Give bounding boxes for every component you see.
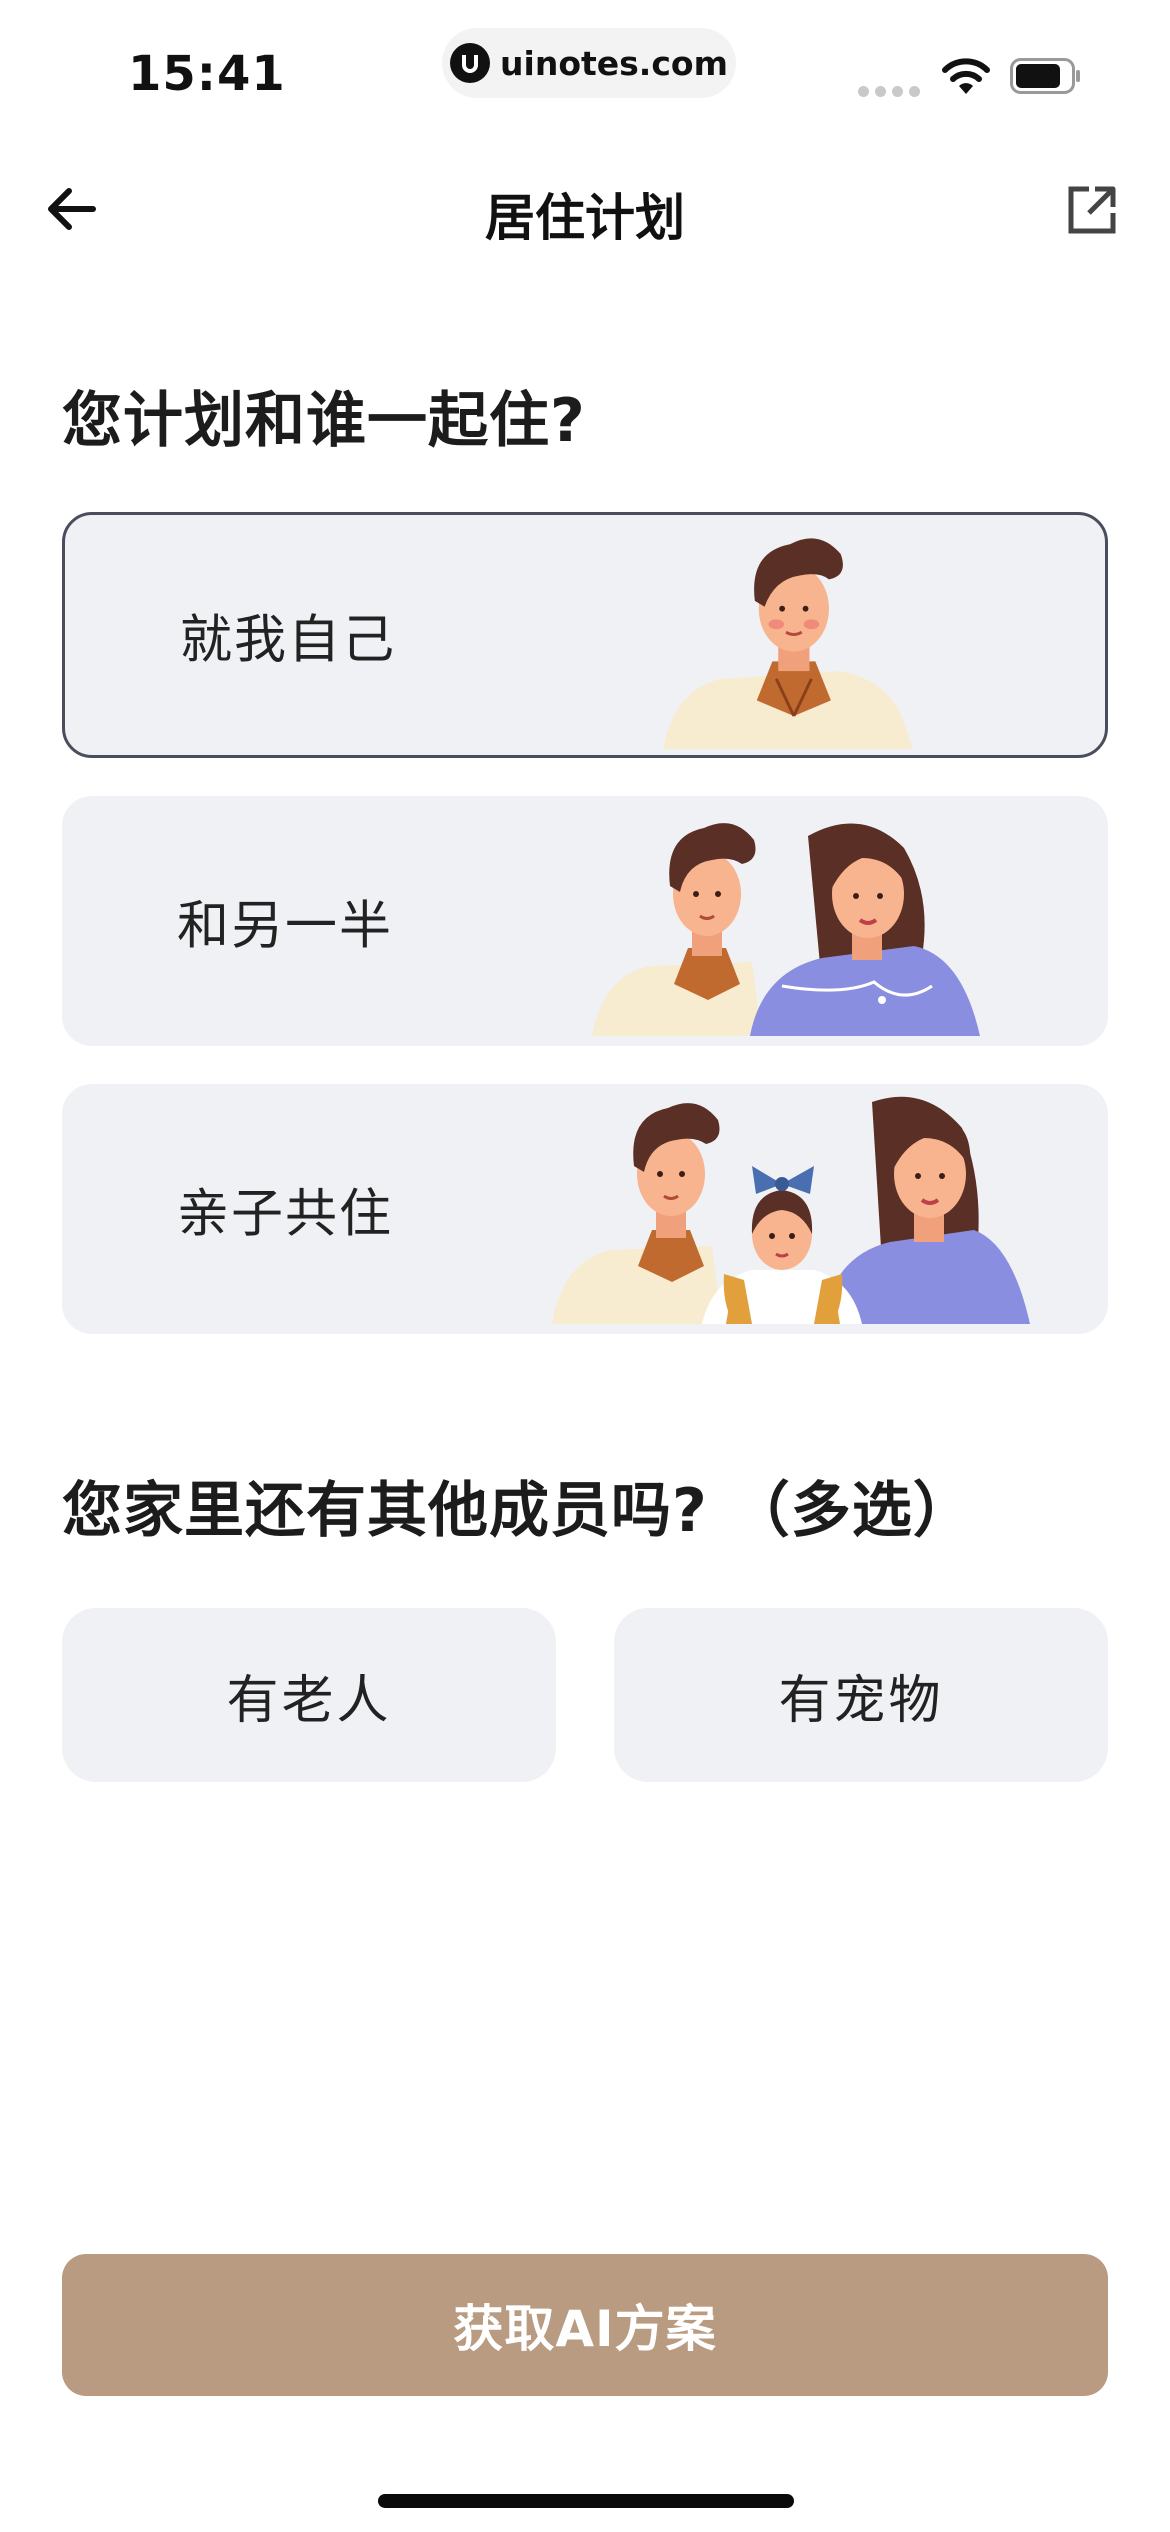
- member-option-pet[interactable]: 有宠物: [614, 1608, 1108, 1782]
- page-title: 居住计划: [485, 189, 685, 247]
- option-with-kids[interactable]: 亲子共住: [62, 1084, 1108, 1334]
- wifi-icon: [940, 56, 992, 100]
- couple-illustration: [592, 823, 980, 1036]
- member-option-elderly-label: 有老人: [226, 1670, 392, 1731]
- open-external-icon: [1065, 183, 1119, 241]
- page: 15:41 uinotes.com 居住计划 您计划和谁一起住? 就我自己 和另…: [0, 0, 1170, 2532]
- share-button[interactable]: [1060, 180, 1124, 244]
- man-illustration: [663, 538, 913, 750]
- get-ai-plan-button[interactable]: 获取AI方案: [62, 2254, 1108, 2396]
- battery-icon: [1010, 58, 1082, 98]
- status-bar: 15:41 uinotes.com: [0, 0, 1170, 140]
- url-text: uinotes.com: [500, 43, 728, 83]
- cellular-signal-icon: [858, 86, 920, 97]
- site-logo-icon: [450, 43, 491, 83]
- family-illustration: [552, 1096, 1030, 1324]
- status-time: 15:41: [128, 46, 286, 102]
- get-ai-plan-label: 获取AI方案: [453, 2300, 717, 2358]
- url-pill[interactable]: uinotes.com: [442, 28, 736, 98]
- option-alone[interactable]: 就我自己: [62, 512, 1108, 758]
- live-with-question: 您计划和谁一起住?: [62, 386, 586, 456]
- members-question: 您家里还有其他成员吗? （多选）: [62, 1476, 974, 1546]
- member-option-elderly[interactable]: 有老人: [62, 1608, 556, 1782]
- member-option-pet-label: 有宠物: [778, 1670, 944, 1731]
- home-indicator: [378, 2494, 794, 2508]
- option-couple[interactable]: 和另一半: [62, 796, 1108, 1046]
- nav-bar: 居住计划: [0, 150, 1170, 270]
